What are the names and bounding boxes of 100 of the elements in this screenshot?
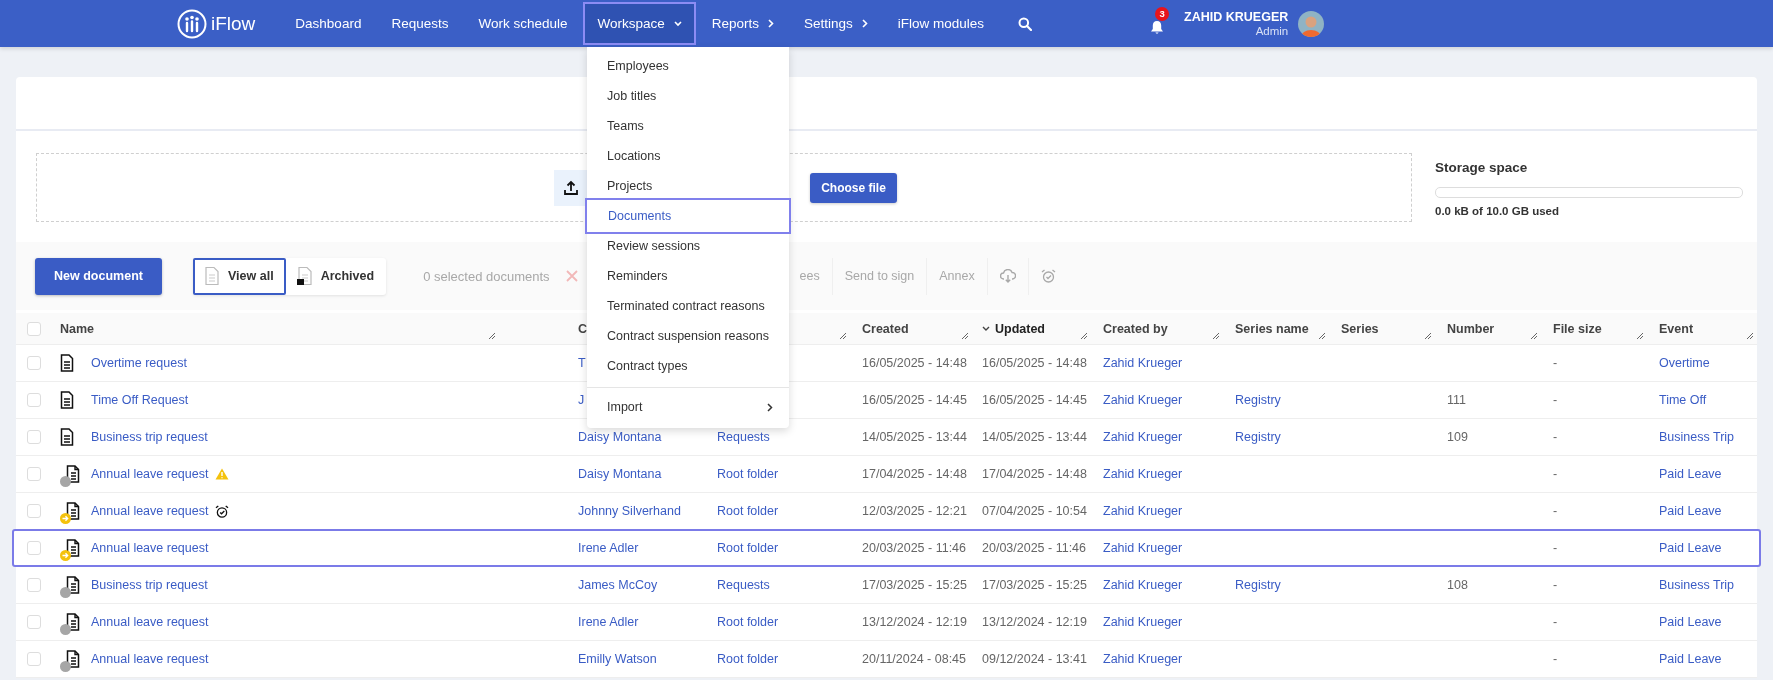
owner-link[interactable]: T: [578, 356, 586, 370]
owner-link[interactable]: Irene Adler: [578, 541, 639, 555]
search-icon[interactable]: [1018, 16, 1033, 31]
menu-item[interactable]: Review sessions: [587, 231, 789, 261]
document-link[interactable]: Annual leave request: [91, 541, 209, 555]
column-header[interactable]: Series: [1341, 321, 1379, 336]
document-link[interactable]: Annual leave request: [91, 467, 209, 481]
select-all-checkbox[interactable]: [27, 321, 41, 336]
folder-link[interactable]: Root folder: [717, 504, 779, 518]
document-link[interactable]: Annual leave request: [91, 652, 209, 666]
row-checkbox[interactable]: [27, 356, 41, 370]
owner-link[interactable]: Daisy Montana: [578, 430, 662, 444]
menu-item[interactable]: Projects: [587, 171, 789, 201]
document-link[interactable]: Overtime request: [91, 356, 187, 370]
owner-link[interactable]: Johnny Silverhand: [578, 504, 681, 518]
logo-text[interactable]: iFlow: [211, 12, 256, 35]
menu-item[interactable]: Terminated contract reasons: [587, 291, 789, 321]
user-link[interactable]: Zahid Krueger: [1103, 504, 1183, 518]
menu-item[interactable]: Reminders: [587, 261, 789, 291]
user-name[interactable]: ZAHID KRUEGER: [1184, 10, 1289, 24]
series-link[interactable]: Registry: [1235, 393, 1281, 407]
folder-link[interactable]: Root folder: [717, 652, 779, 666]
document-link[interactable]: Time Off Request: [91, 393, 189, 407]
nav-item[interactable]: iFlow modules: [883, 2, 999, 45]
sort-chevron-icon[interactable]: [982, 325, 990, 332]
resize-handle-icon[interactable]: [1212, 332, 1220, 340]
row-checkbox[interactable]: [27, 541, 41, 555]
new-document-button[interactable]: New document: [35, 257, 162, 295]
user-link[interactable]: Zahid Krueger: [1103, 356, 1183, 370]
event-link[interactable]: Time Off: [1659, 393, 1707, 407]
event-link[interactable]: Paid Leave: [1659, 467, 1722, 481]
nav-item[interactable]: Reports: [697, 2, 789, 45]
menu-item[interactable]: Job titles: [587, 81, 789, 111]
row-checkbox[interactable]: [27, 504, 41, 518]
document-link[interactable]: Business trip request: [91, 578, 208, 592]
user-link[interactable]: Zahid Krueger: [1103, 467, 1183, 481]
owner-link[interactable]: Irene Adler: [578, 615, 639, 629]
document-link[interactable]: Annual leave request: [91, 504, 209, 518]
user-link[interactable]: Zahid Krueger: [1103, 578, 1183, 592]
column-header[interactable]: Created: [862, 321, 909, 336]
nav-item[interactable]: Dashboard: [281, 2, 376, 45]
view-tab[interactable]: Archived: [285, 257, 387, 295]
nav-item[interactable]: Work schedule: [464, 2, 582, 45]
event-link[interactable]: Overtime: [1659, 356, 1710, 370]
event-link[interactable]: Paid Leave: [1659, 615, 1722, 629]
folder-link[interactable]: Requests: [717, 578, 770, 592]
resize-handle-icon[interactable]: [1080, 332, 1088, 340]
document-link[interactable]: Business trip request: [91, 430, 208, 444]
row-checkbox[interactable]: [27, 467, 41, 481]
menu-item[interactable]: Employees: [587, 51, 789, 81]
owner-link[interactable]: Daisy Montana: [578, 467, 662, 481]
menu-item[interactable]: Import: [587, 392, 789, 422]
menu-item[interactable]: Documents: [588, 201, 788, 231]
menu-item[interactable]: Locations: [587, 141, 789, 171]
resize-handle-icon[interactable]: [1318, 332, 1326, 340]
row-checkbox[interactable]: [27, 652, 41, 666]
menu-item[interactable]: Teams: [587, 111, 789, 141]
row-checkbox[interactable]: [27, 615, 41, 629]
folder-link[interactable]: Root folder: [717, 467, 779, 481]
column-header[interactable]: File size: [1553, 321, 1602, 336]
series-link[interactable]: Registry: [1235, 578, 1281, 592]
document-link[interactable]: Annual leave request: [91, 615, 209, 629]
user-link[interactable]: Zahid Krueger: [1103, 541, 1183, 555]
event-link[interactable]: Paid Leave: [1659, 652, 1722, 666]
folder-link[interactable]: Requests: [717, 430, 770, 444]
column-header[interactable]: Created by: [1103, 321, 1168, 336]
event-link[interactable]: Business Trip: [1659, 578, 1735, 592]
column-header[interactable]: C: [578, 321, 588, 336]
user-link[interactable]: Zahid Krueger: [1103, 430, 1183, 444]
nav-item[interactable]: Requests: [377, 2, 463, 45]
resize-handle-icon[interactable]: [1424, 332, 1432, 340]
column-header[interactable]: Name: [60, 321, 95, 336]
user-link[interactable]: Zahid Krueger: [1103, 652, 1183, 666]
event-link[interactable]: Business Trip: [1659, 430, 1735, 444]
user-link[interactable]: Zahid Krueger: [1103, 615, 1183, 629]
resize-handle-icon[interactable]: [488, 332, 496, 340]
series-link[interactable]: Registry: [1235, 430, 1281, 444]
user-link[interactable]: Zahid Krueger: [1103, 393, 1183, 407]
resize-handle-icon[interactable]: [1530, 332, 1538, 340]
resize-handle-icon[interactable]: [839, 332, 847, 340]
logo-icon[interactable]: [177, 8, 207, 39]
event-link[interactable]: Paid Leave: [1659, 504, 1722, 518]
column-header[interactable]: Updated: [995, 321, 1045, 336]
table-row[interactable]: Annual leave request Irene Adler Root folder 20/03/2025 - 11:46 20/03/2025 - 11:46 Zahid Krueger - Paid Leave: [12, 529, 1761, 567]
folder-link[interactable]: Root folder: [717, 615, 779, 629]
row-checkbox[interactable]: [27, 393, 41, 407]
resize-handle-icon[interactable]: [1746, 332, 1754, 340]
avatar[interactable]: [1298, 10, 1325, 37]
choose-file-button[interactable]: Choose file: [810, 172, 897, 203]
owner-link[interactable]: James McCoy: [578, 578, 658, 592]
view-tab[interactable]: View all: [193, 257, 286, 295]
owner-link[interactable]: J: [578, 393, 585, 407]
bell-icon[interactable]: [1150, 18, 1165, 35]
resize-handle-icon[interactable]: [1636, 332, 1644, 340]
owner-link[interactable]: Emilly Watson: [578, 652, 657, 666]
menu-item[interactable]: Contract types: [587, 351, 789, 381]
column-header[interactable]: Series name: [1235, 321, 1309, 336]
nav-item[interactable]: Workspace: [583, 2, 696, 45]
event-link[interactable]: Paid Leave: [1659, 541, 1722, 555]
resize-handle-icon[interactable]: [961, 332, 969, 340]
